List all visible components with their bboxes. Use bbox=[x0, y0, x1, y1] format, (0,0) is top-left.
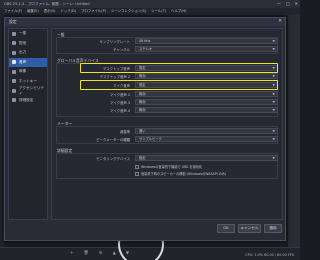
sidebar-item-label: 配信 bbox=[19, 40, 27, 45]
sidebar-item-output[interactable]: 出力 bbox=[9, 48, 47, 58]
menu-help[interactable]: ヘルプ(H) bbox=[171, 8, 186, 15]
audio-settings-panel: 一般 サンプリングレート 48 kHz ▼ チャンネル ステレオ ▼ グローバル音声… bbox=[51, 28, 283, 220]
settings-dialog: 設定 ✕ 一般 配信 出力 音声 映像 ホットキー アクセシビリティ 詳細設定 … bbox=[4, 17, 286, 241]
sidebar-item-advanced[interactable]: 詳細設定 bbox=[9, 96, 47, 106]
dialog-close-button[interactable]: ✕ bbox=[278, 18, 282, 26]
chevron-down-icon: ▼ bbox=[272, 47, 275, 51]
settings-sidebar: 一般 配信 出力 音声 映像 ホットキー アクセシビリティ 詳細設定 bbox=[8, 28, 48, 220]
mic-audio-4-select[interactable]: 無効 ▼ bbox=[135, 107, 278, 113]
highlight-box-mic-audio bbox=[80, 80, 278, 90]
window-controls: — □ ✕ bbox=[277, 0, 298, 8]
add-icon[interactable]: + bbox=[70, 250, 74, 256]
chevron-down-icon: ▼ bbox=[272, 74, 275, 78]
mic-audio-3-label: マイク音声 3 bbox=[109, 101, 130, 105]
cancel-button[interactable]: キャンセル bbox=[238, 224, 261, 233]
trash-icon[interactable]: 🗑 bbox=[84, 250, 89, 256]
checkbox[interactable] bbox=[135, 171, 139, 176]
gear-icon bbox=[12, 31, 16, 36]
desktop-audio-2-select[interactable]: 無効 ▼ bbox=[135, 73, 278, 79]
mic-audio-2-label: マイク音声 2 bbox=[109, 93, 130, 97]
background-right-panel bbox=[288, 15, 300, 247]
sidebar-item-label: アクセシビリティ bbox=[19, 85, 44, 95]
menu-scene-collection[interactable]: シーンコレクション(S) bbox=[111, 8, 146, 15]
sample-rate-label: サンプリングレート bbox=[99, 40, 130, 44]
speaker-icon bbox=[12, 60, 16, 65]
decay-rate-label: 減衰率 bbox=[119, 130, 130, 134]
menu-file[interactable]: ファイル(F) bbox=[4, 8, 22, 15]
wrench-icon bbox=[12, 98, 16, 103]
channels-select[interactable]: ステレオ ▼ bbox=[135, 46, 278, 52]
maximize-button[interactable]: □ bbox=[286, 0, 290, 8]
decay-rate-select[interactable]: 速い ▼ bbox=[135, 128, 278, 134]
dialog-title: 設定 bbox=[5, 18, 285, 26]
sidebar-item-label: 一般 bbox=[19, 31, 27, 36]
sidebar-item-accessibility[interactable]: アクセシビリティ bbox=[9, 86, 47, 96]
highlight-box-desktop-audio bbox=[80, 63, 278, 73]
chevron-down-icon: ▼ bbox=[272, 129, 275, 133]
sidebar-item-label: ホットキー bbox=[19, 78, 37, 83]
keyboard-icon bbox=[12, 79, 16, 84]
chevron-down-icon: ▼ bbox=[272, 108, 275, 112]
chevron-down-icon: ▼ bbox=[272, 39, 275, 43]
desktop-audio-2-label: デスクトップ音声 2 bbox=[99, 75, 130, 79]
sidebar-item-video[interactable]: 映像 bbox=[9, 67, 47, 77]
sidebar-item-general[interactable]: 一般 bbox=[9, 29, 47, 39]
chevron-down-icon: ▼ bbox=[272, 156, 275, 160]
chevron-down-icon: ▼ bbox=[272, 137, 275, 141]
monitoring-device-select[interactable]: 既定 ▼ bbox=[135, 155, 278, 161]
sidebar-item-stream[interactable]: 配信 bbox=[9, 39, 47, 49]
close-window-button[interactable]: ✕ bbox=[295, 0, 298, 8]
sidebar-item-hotkeys[interactable]: ホットキー bbox=[9, 77, 47, 87]
minimize-button[interactable]: — bbox=[277, 0, 281, 8]
ducking-checkbox-row[interactable]: Windowsの音量低下機能で OBS を無効化 bbox=[135, 164, 202, 169]
sidebar-item-audio[interactable]: 音声 bbox=[9, 57, 47, 67]
sidebar-item-label: 出力 bbox=[19, 50, 27, 55]
window-title: OBS 29.1.3 - プロファイル: 無題 - シーン: Untitled bbox=[0, 0, 300, 8]
output-icon bbox=[12, 50, 16, 55]
menu-view[interactable]: 表示(V) bbox=[44, 8, 56, 15]
menu-bar: ファイル(F) 編集(E) 表示(V) ドック(D) プロファイル(P) シーン… bbox=[0, 8, 300, 15]
channels-label: チャンネル bbox=[113, 48, 130, 52]
broadcast-icon bbox=[12, 41, 16, 46]
speaker-move-checkbox-row[interactable]: 音量低下時のスピーカーの移動 (WindowsのWASAPI のみ) bbox=[135, 171, 226, 176]
move-up-icon[interactable]: ▲ bbox=[113, 250, 116, 256]
mic-audio-4-label: マイク音声 4 bbox=[109, 109, 130, 113]
monitoring-device-label: モニタリングデバイス bbox=[96, 157, 130, 161]
peak-meter-type-select[interactable]: サンプルピーク ▼ bbox=[135, 136, 278, 142]
dock-controls: + 🗑 ⚙ ▲ ▼ bbox=[70, 250, 129, 256]
peak-meter-type-label: ピークメーターの種類 bbox=[96, 138, 130, 142]
sidebar-item-label: 映像 bbox=[19, 69, 27, 74]
menu-profile[interactable]: プロファイル(P) bbox=[81, 8, 106, 15]
ok-button[interactable]: OK bbox=[217, 224, 235, 233]
menu-edit[interactable]: 編集(E) bbox=[27, 8, 39, 15]
move-down-icon[interactable]: ▼ bbox=[126, 250, 129, 256]
mic-audio-2-select[interactable]: 無効 ▼ bbox=[135, 91, 278, 97]
accessibility-icon bbox=[12, 88, 16, 93]
mic-audio-3-select[interactable]: 無効 ▼ bbox=[135, 99, 278, 105]
monitor-icon bbox=[12, 69, 16, 74]
status-bar: CPU: 1.0% 60.00 / 60.00 FPS bbox=[245, 253, 294, 257]
menu-docks[interactable]: ドック(D) bbox=[61, 8, 76, 15]
gear-icon[interactable]: ⚙ bbox=[99, 250, 103, 256]
menu-tools[interactable]: ツール(T) bbox=[151, 8, 166, 15]
chevron-down-icon: ▼ bbox=[272, 100, 275, 104]
checkbox[interactable] bbox=[135, 164, 139, 169]
sidebar-item-label: 音声 bbox=[19, 59, 27, 64]
sidebar-item-label: 詳細設定 bbox=[19, 97, 34, 102]
chevron-down-icon: ▼ bbox=[272, 92, 275, 96]
sample-rate-select[interactable]: 48 kHz ▼ bbox=[135, 38, 278, 44]
obs-main-window: OBS 29.1.3 - プロファイル: 無題 - シーン: Untitled … bbox=[0, 0, 300, 260]
apply-button[interactable]: 適用 bbox=[264, 224, 282, 233]
